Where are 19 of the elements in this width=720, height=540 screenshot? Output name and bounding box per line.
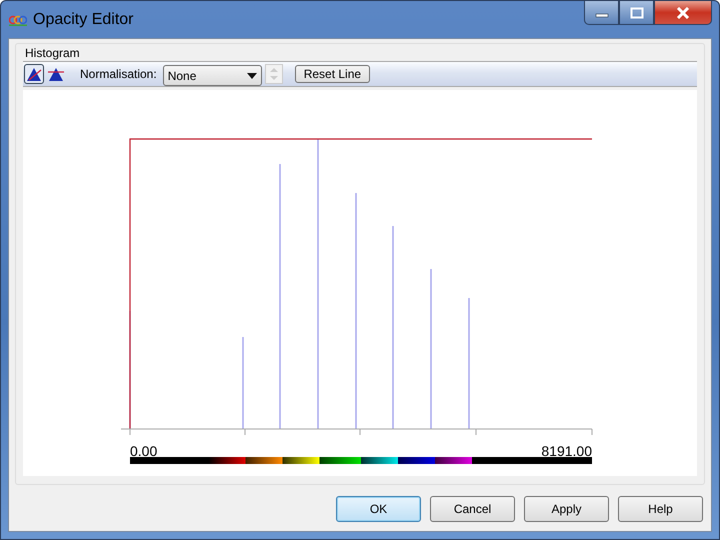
maximize-icon <box>630 6 644 18</box>
app-logo-icon <box>9 14 27 26</box>
ok-button[interactable]: OK <box>336 496 421 522</box>
histogram-line-toggle[interactable] <box>24 64 44 84</box>
caret-icon <box>246 72 257 78</box>
group-label: Histogram <box>24 45 81 61</box>
reset-line-button[interactable]: Reset Line <box>294 65 370 83</box>
apply-button[interactable]: Apply <box>524 496 609 522</box>
axis-max-label: 8191.00 <box>541 443 592 459</box>
normalisation-dropdown[interactable]: None <box>162 65 262 86</box>
close-button[interactable] <box>654 1 712 25</box>
maximize-button[interactable] <box>619 1 654 25</box>
normalisation-label: Normalisation: <box>80 67 157 81</box>
minimize-button[interactable] <box>584 1 619 25</box>
help-button[interactable]: Help <box>618 496 703 522</box>
cancel-button[interactable]: Cancel <box>430 496 515 522</box>
axis-min-label: 0.00 <box>130 443 158 459</box>
close-icon <box>675 6 691 18</box>
window-title: Opacity Editor <box>33 10 134 28</box>
